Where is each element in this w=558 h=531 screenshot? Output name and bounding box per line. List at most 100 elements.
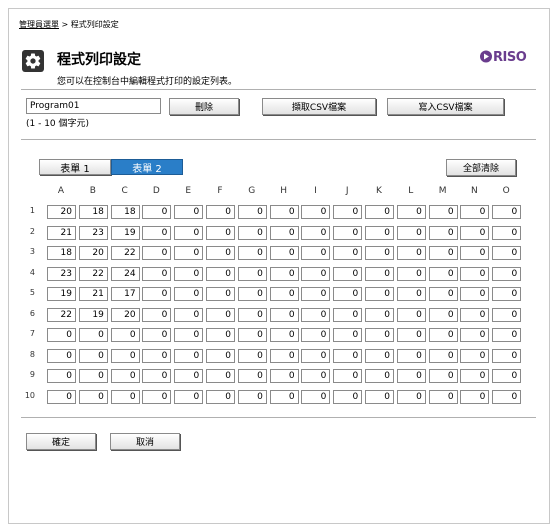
grid-cell[interactable]: [269, 205, 299, 219]
grid-cell[interactable]: [492, 328, 522, 342]
grid-cell[interactable]: [365, 287, 394, 301]
grid-cell[interactable]: [206, 205, 235, 219]
grid-cell[interactable]: [142, 205, 172, 219]
grid-cell[interactable]: [174, 348, 204, 363]
grid-cell[interactable]: [269, 246, 299, 260]
grid-cell[interactable]: [142, 225, 172, 240]
grid-cell[interactable]: [333, 225, 363, 240]
grid-cell[interactable]: [460, 328, 490, 342]
grid-cell[interactable]: [492, 348, 522, 363]
grid-cell[interactable]: [333, 348, 363, 363]
grid-cell[interactable]: [365, 205, 394, 219]
grid-cell[interactable]: [428, 225, 458, 240]
grid-cell[interactable]: [142, 246, 172, 260]
breadcrumb-admin-menu-link[interactable]: 管理員選單: [19, 20, 59, 29]
grid-cell[interactable]: [174, 307, 204, 322]
grid-cell[interactable]: [460, 369, 490, 383]
grid-cell[interactable]: [428, 328, 458, 342]
grid-cell[interactable]: [428, 205, 458, 219]
grid-cell[interactable]: [206, 246, 235, 260]
grid-cell[interactable]: [301, 246, 331, 260]
grid-cell[interactable]: [110, 389, 140, 404]
grid-cell[interactable]: [47, 328, 76, 342]
clear-all-button[interactable]: 全部清除: [446, 159, 516, 176]
grid-cell[interactable]: [237, 225, 267, 240]
grid-cell[interactable]: [301, 348, 331, 363]
grid-cell[interactable]: [301, 225, 331, 240]
grid-cell[interactable]: [428, 369, 458, 383]
grid-cell[interactable]: [237, 328, 267, 342]
grid-cell[interactable]: [396, 389, 426, 404]
grid-cell[interactable]: [206, 369, 235, 383]
grid-cell[interactable]: [492, 307, 522, 322]
grid-cell[interactable]: [47, 369, 76, 383]
grid-cell[interactable]: [174, 328, 204, 342]
grid-cell[interactable]: [78, 287, 108, 301]
grid-cell[interactable]: [460, 348, 490, 363]
grid-cell[interactable]: [142, 348, 172, 363]
grid-cell[interactable]: [174, 287, 204, 301]
grid-cell[interactable]: [365, 328, 394, 342]
grid-cell[interactable]: [47, 266, 76, 281]
grid-cell[interactable]: [110, 369, 140, 383]
grid-cell[interactable]: [301, 389, 331, 404]
grid-cell[interactable]: [460, 389, 490, 404]
grid-cell[interactable]: [237, 369, 267, 383]
cancel-button[interactable]: 取消: [110, 433, 180, 450]
grid-cell[interactable]: [269, 328, 299, 342]
grid-cell[interactable]: [142, 328, 172, 342]
grid-cell[interactable]: [460, 246, 490, 260]
grid-cell[interactable]: [47, 287, 76, 301]
confirm-button[interactable]: 確定: [26, 433, 96, 450]
grid-cell[interactable]: [301, 266, 331, 281]
grid-cell[interactable]: [396, 205, 426, 219]
grid-cell[interactable]: [110, 348, 140, 363]
tab-form-2[interactable]: 表單 2: [111, 159, 183, 175]
grid-cell[interactable]: [237, 266, 267, 281]
grid-cell[interactable]: [78, 369, 108, 383]
grid-cell[interactable]: [237, 205, 267, 219]
grid-cell[interactable]: [47, 246, 76, 260]
grid-cell[interactable]: [333, 328, 363, 342]
grid-cell[interactable]: [428, 266, 458, 281]
grid-cell[interactable]: [142, 266, 172, 281]
grid-cell[interactable]: [492, 266, 522, 281]
write-csv-button[interactable]: 寫入CSV檔案: [387, 98, 504, 115]
grid-cell[interactable]: [365, 307, 394, 322]
grid-cell[interactable]: [460, 205, 490, 219]
grid-cell[interactable]: [269, 225, 299, 240]
delete-button[interactable]: 刪除: [169, 98, 239, 115]
grid-cell[interactable]: [110, 328, 140, 342]
grid-cell[interactable]: [333, 266, 363, 281]
grid-cell[interactable]: [237, 246, 267, 260]
grid-cell[interactable]: [333, 389, 363, 404]
grid-cell[interactable]: [237, 307, 267, 322]
grid-cell[interactable]: [174, 225, 204, 240]
grid-cell[interactable]: [110, 287, 140, 301]
grid-cell[interactable]: [269, 389, 299, 404]
grid-cell[interactable]: [365, 348, 394, 363]
grid-cell[interactable]: [301, 369, 331, 383]
grid-cell[interactable]: [78, 348, 108, 363]
grid-cell[interactable]: [47, 225, 76, 240]
grid-cell[interactable]: [269, 348, 299, 363]
grid-cell[interactable]: [142, 287, 172, 301]
grid-cell[interactable]: [206, 287, 235, 301]
grid-cell[interactable]: [301, 328, 331, 342]
grid-cell[interactable]: [301, 205, 331, 219]
grid-cell[interactable]: [492, 287, 522, 301]
grid-cell[interactable]: [78, 266, 108, 281]
grid-cell[interactable]: [110, 225, 140, 240]
grid-cell[interactable]: [460, 287, 490, 301]
grid-cell[interactable]: [365, 369, 394, 383]
grid-cell[interactable]: [206, 389, 235, 404]
grid-cell[interactable]: [301, 307, 331, 322]
grid-cell[interactable]: [110, 246, 140, 260]
grid-cell[interactable]: [78, 307, 108, 322]
grid-cell[interactable]: [269, 266, 299, 281]
grid-cell[interactable]: [206, 266, 235, 281]
grid-cell[interactable]: [142, 369, 172, 383]
grid-cell[interactable]: [365, 225, 394, 240]
grid-cell[interactable]: [396, 225, 426, 240]
grid-cell[interactable]: [333, 287, 363, 301]
